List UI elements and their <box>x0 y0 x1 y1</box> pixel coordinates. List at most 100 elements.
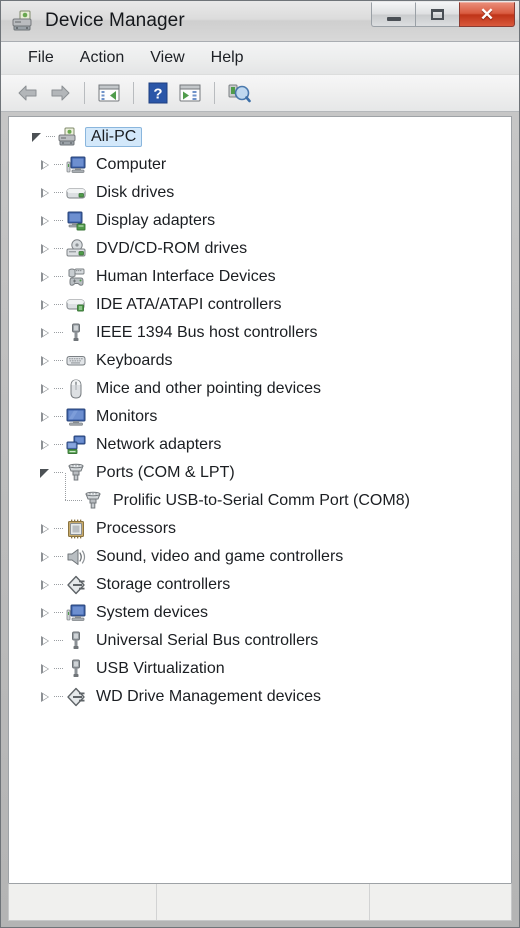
dvd-cdrom-icon <box>65 238 87 260</box>
minimize-icon <box>386 16 401 21</box>
menu-item-help[interactable]: Help <box>198 46 257 70</box>
toolbar: ? <box>1 75 519 112</box>
tree-node-system-devices[interactable]: System devices <box>9 599 511 627</box>
expand-arrow-icon[interactable] <box>37 599 54 627</box>
tree-node-monitors[interactable]: Monitors <box>9 403 511 431</box>
tree-node-label: Sound, video and game controllers <box>96 548 344 565</box>
tree-connector <box>54 291 65 319</box>
collapse-arrow-icon[interactable] <box>29 123 46 151</box>
tree-node-keyboards[interactable]: Keyboards <box>9 347 511 375</box>
forward-button[interactable] <box>45 79 75 107</box>
usb-controller-icon <box>65 658 87 680</box>
tree-node-label: System devices <box>96 604 209 621</box>
expand-arrow-icon[interactable] <box>37 543 54 571</box>
expand-arrow-icon[interactable] <box>37 515 54 543</box>
storage-controller-icon <box>65 574 87 596</box>
show-hide-console-tree-button[interactable] <box>94 79 124 107</box>
tree-node-storage-controllers[interactable]: Storage controllers <box>9 571 511 599</box>
tree-node-computer[interactable]: Computer <box>9 151 511 179</box>
tree-node-prolific-usb-to-serial-comm-port[interactable]: Prolific USB-to-Serial Comm Port (COM8) <box>9 473 511 515</box>
menu-item-action[interactable]: Action <box>67 46 137 70</box>
disk-drive-icon <box>65 182 87 204</box>
tree-connector <box>54 655 65 683</box>
expand-arrow-icon[interactable] <box>37 179 54 207</box>
close-button[interactable]: ✕ <box>459 2 515 27</box>
device-manager-icon <box>10 8 36 34</box>
storage-controller-icon <box>65 686 87 708</box>
scan-for-hardware-changes-button[interactable] <box>224 79 254 107</box>
collapse-arrow-icon[interactable] <box>37 459 54 487</box>
help-button[interactable]: ? <box>143 79 173 107</box>
tree-node-disk-drives[interactable]: Disk drives <box>9 179 511 207</box>
maximize-icon <box>431 9 444 20</box>
expand-arrow-icon[interactable] <box>37 431 54 459</box>
tree-node-usb-virtualization[interactable]: USB Virtualization <box>9 655 511 683</box>
console-tree-icon <box>98 84 120 102</box>
expand-arrow-icon[interactable] <box>37 263 54 291</box>
tree-node-ieee-1394-bus-host-controllers[interactable]: IEEE 1394 Bus host controllers <box>9 319 511 347</box>
tree-connector <box>54 235 65 263</box>
back-button[interactable] <box>13 79 43 107</box>
tree-node-universal-serial-bus-controllers[interactable]: Universal Serial Bus controllers <box>9 627 511 655</box>
expand-arrow-icon[interactable] <box>37 347 54 375</box>
tree-node-label: Display adapters <box>96 212 216 229</box>
tree-node-mice-and-other-pointing-devices[interactable]: Mice and other pointing devices <box>9 375 511 403</box>
expand-arrow-icon[interactable] <box>37 571 54 599</box>
tree-connector <box>54 375 65 403</box>
tree-node-wd-drive-management-devices[interactable]: WD Drive Management devices <box>9 683 511 711</box>
tree-connector <box>54 683 65 711</box>
tree-node-label: Mice and other pointing devices <box>96 380 322 397</box>
expand-arrow-icon[interactable] <box>37 403 54 431</box>
expand-arrow-icon[interactable] <box>37 291 54 319</box>
tree-node-label: Storage controllers <box>96 576 231 593</box>
tree-connector <box>54 319 65 347</box>
toolbar-separator-3 <box>214 82 215 104</box>
tree-node-label: IDE ATA/ATAPI controllers <box>96 296 282 313</box>
network-adapter-icon <box>65 434 87 456</box>
tree-node-processors[interactable]: Processors <box>9 515 511 543</box>
tree-connector <box>46 123 57 151</box>
monitor-icon <box>65 406 87 428</box>
expand-arrow-icon[interactable] <box>37 375 54 403</box>
expand-arrow-icon[interactable] <box>37 683 54 711</box>
tree-connector <box>54 403 65 431</box>
tree-node-network-adapters[interactable]: Network adapters <box>9 431 511 459</box>
menu-item-view[interactable]: View <box>137 46 197 70</box>
expand-arrow-icon[interactable] <box>37 319 54 347</box>
expand-arrow-icon[interactable] <box>37 151 54 179</box>
tree-node-human-interface-devices[interactable]: Human Interface Devices <box>9 263 511 291</box>
scan-hardware-icon <box>228 84 251 103</box>
tree-node-ports-com-lpt[interactable]: Ports (COM & LPT) <box>9 459 511 487</box>
tree-connector <box>54 179 65 207</box>
tree-node-sound-video-game-controllers[interactable]: Sound, video and game controllers <box>9 543 511 571</box>
system-device-icon <box>65 602 87 624</box>
tree-node-label: USB Virtualization <box>96 660 225 677</box>
minimize-button[interactable] <box>371 2 415 27</box>
tree-node-root[interactable]: Ali-PC <box>9 123 511 151</box>
tree-node-label: Disk drives <box>96 184 175 201</box>
tree-connector <box>54 515 65 543</box>
forward-arrow-icon <box>51 85 70 101</box>
tree-node-label: Ali-PC <box>85 127 143 147</box>
tree-connector <box>54 207 65 235</box>
expand-arrow-icon[interactable] <box>37 627 54 655</box>
sound-controller-icon <box>65 546 87 568</box>
menu-item-file[interactable]: File <box>15 46 67 70</box>
tree-node-dvd-cdrom-drives[interactable]: DVD/CD-ROM drives <box>9 235 511 263</box>
expand-arrow-icon[interactable] <box>37 207 54 235</box>
tree-node-display-adapters[interactable]: Display adapters <box>9 207 511 235</box>
close-icon: ✕ <box>479 5 495 24</box>
expand-arrow-icon[interactable] <box>37 655 54 683</box>
display-adapter-icon <box>65 210 87 232</box>
device-tree[interactable]: Ali-PC Computer Disk drives Display adap… <box>9 117 511 883</box>
tree-node-label: Processors <box>96 520 177 537</box>
expand-arrow-icon[interactable] <box>37 235 54 263</box>
mouse-icon <box>65 378 87 400</box>
tree-connector <box>54 151 65 179</box>
tree-connector <box>54 263 65 291</box>
tree-node-label: Universal Serial Bus controllers <box>96 632 319 649</box>
properties-button[interactable] <box>175 79 205 107</box>
tree-connector <box>54 347 65 375</box>
maximize-button[interactable] <box>415 2 459 27</box>
tree-node-ide-ata-atapi-controllers[interactable]: IDE ATA/ATAPI controllers <box>9 291 511 319</box>
